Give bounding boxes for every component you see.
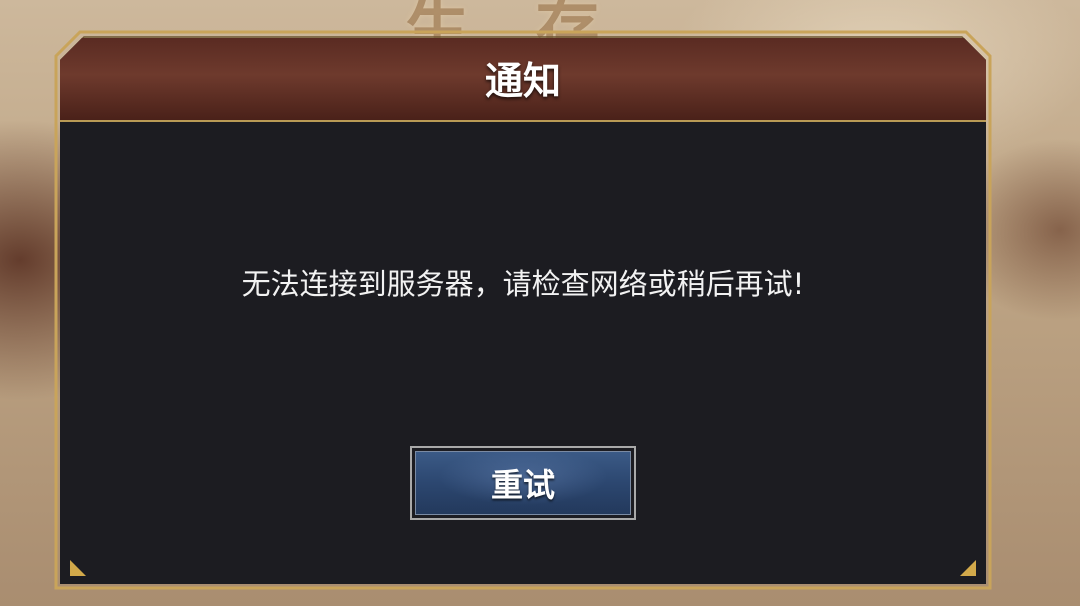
dialog-body: 通知 无法连接到服务器，请检查网络或稍后再试! 重试	[60, 38, 986, 584]
dialog-title: 通知	[484, 59, 561, 103]
retry-button[interactable]: 重试	[410, 446, 636, 520]
retry-button-face[interactable]: 重试	[415, 451, 631, 515]
notification-dialog: 通知 无法连接到服务器，请检查网络或稍后再试! 重试	[54, 30, 992, 590]
error-message: 无法连接到服务器，请检查网络或稍后再试!	[241, 267, 805, 301]
retry-button-label: 重试	[490, 466, 555, 504]
dialog-title-bar: 通知	[60, 38, 986, 122]
game-screen: 生 存 通知 无法连接到服务器，请检查网络或稍后再试! 重试	[0, 0, 1080, 606]
corner-ornament-left-icon	[70, 560, 86, 576]
corner-ornament-right-icon	[960, 560, 976, 576]
